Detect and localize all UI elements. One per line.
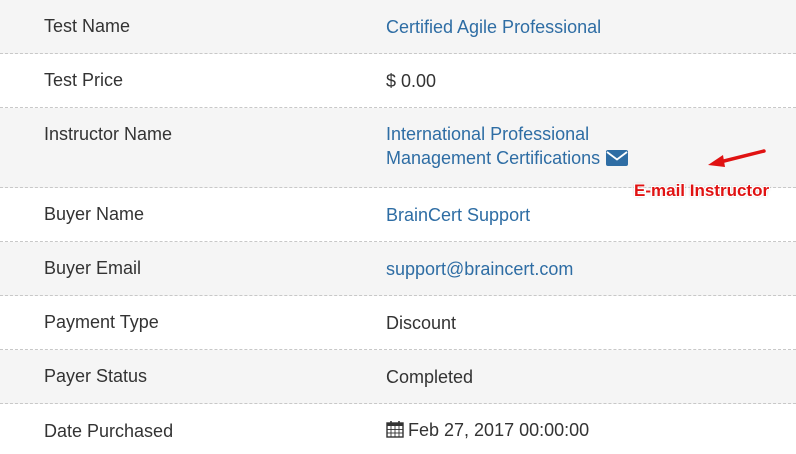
label-buyer-name: Buyer Name — [44, 204, 145, 224]
label-buyer-email: Buyer Email — [44, 258, 142, 278]
row-payer-status: Payer Status Completed — [0, 350, 796, 404]
payer-status-value: Completed — [386, 366, 474, 387]
label-date-purchased: Date Purchased — [44, 420, 174, 441]
calendar-icon — [386, 420, 404, 444]
payment-type-value: Discount — [386, 312, 457, 333]
row-date-purchased: Date Purchased Feb 27, 2017 00:00:00 — [0, 404, 796, 454]
instructor-name-line2[interactable]: Management Certifications — [386, 148, 600, 168]
test-name-link[interactable]: Certified Agile Professional — [386, 15, 796, 39]
row-test-name: Test Name Certified Agile Professional — [0, 0, 796, 54]
buyer-email-link[interactable]: support@braincert.com — [386, 257, 796, 281]
email-instructor-annotation: E-mail Instructor — [634, 181, 770, 200]
buyer-name-link[interactable]: BrainCert Support — [386, 203, 796, 227]
row-test-price: Test Price $ 0.00 — [0, 54, 796, 108]
envelope-icon[interactable] — [606, 148, 629, 172]
label-test-price: Test Price — [44, 70, 124, 90]
date-purchased-text: Feb 27, 2017 00:00:00 — [408, 420, 590, 440]
date-purchased-value: Feb 27, 2017 00:00:00 — [386, 418, 796, 444]
row-instructor-name: Instructor Name International Profession… — [0, 108, 796, 188]
label-test-name: Test Name — [44, 16, 131, 36]
order-details-table: Test Name Certified Agile Professional T… — [0, 0, 796, 454]
label-payer-status: Payer Status — [44, 366, 148, 386]
annotation-arrow-icon — [708, 149, 766, 167]
row-payment-type: Payment Type Discount — [0, 296, 796, 350]
instructor-name-line1[interactable]: International Professional — [386, 122, 796, 146]
label-payment-type: Payment Type — [44, 312, 159, 332]
row-buyer-email: Buyer Email support@braincert.com — [0, 242, 796, 296]
test-price-value: $ 0.00 — [386, 70, 437, 91]
label-instructor-name: Instructor Name — [44, 124, 173, 144]
